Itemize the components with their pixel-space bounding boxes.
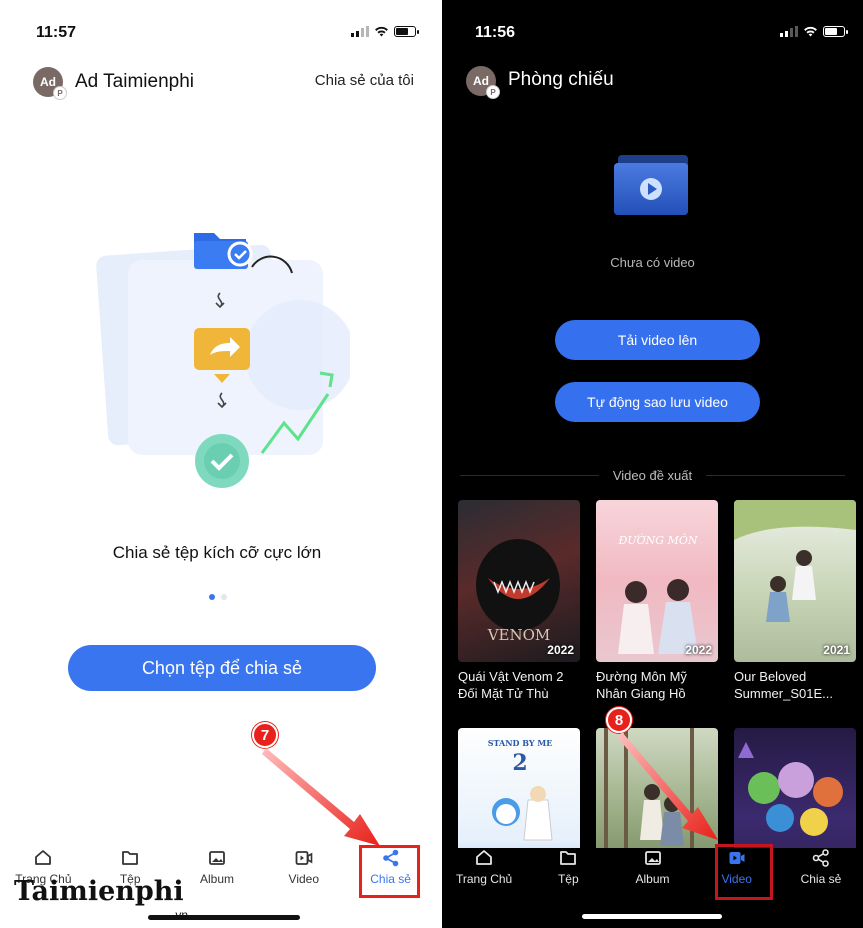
status-icons — [780, 26, 848, 37]
status-time: 11:57 — [36, 24, 77, 41]
share-icon — [812, 849, 829, 867]
tab-album[interactable]: Album — [174, 848, 261, 898]
svg-text:2: 2 — [512, 750, 527, 776]
tab-label: Video — [288, 872, 320, 886]
divider — [460, 475, 599, 476]
suggested-heading: Video đề xuất — [460, 468, 845, 483]
bottom-tab-bar: Trang Chủ Tệp Album Video Chia sẻ — [442, 848, 863, 898]
avatar[interactable]: Ad P — [466, 66, 500, 99]
svg-text:VENOM: VENOM — [487, 626, 551, 644]
video-card[interactable]: ĐƯỜNG MÔN 2022 Đường Môn Mỹ Nhân Giang H… — [596, 500, 718, 702]
image-icon — [209, 851, 225, 865]
divider — [706, 475, 845, 476]
section-title: Video đề xuất — [612, 468, 693, 483]
share-screen: 11:57 Ad P Ad Taimienphi Chia sẻ của tôi … — [0, 0, 434, 928]
step-arrow-8 — [618, 732, 718, 840]
video-title: Quái Vật Venom 2 Đối Mặt Tử Thù — [458, 669, 564, 701]
svg-text:STAND BY ME: STAND BY ME — [488, 738, 553, 748]
tab-home[interactable]: Trang Chủ — [442, 848, 526, 898]
battery-icon — [823, 26, 848, 37]
upload-video-button[interactable]: Tải video lên — [555, 320, 760, 360]
tab-label: Chia sẻ — [800, 872, 842, 886]
tab-video[interactable]: Video — [260, 848, 347, 898]
wifi-icon — [375, 26, 388, 37]
share-tab-highlight — [359, 845, 420, 898]
page-title: Phòng chiếu — [508, 69, 614, 90]
tab-label: Album — [635, 872, 670, 886]
wifi-icon — [804, 26, 817, 37]
choose-files-button[interactable]: Chọn tệp để chia sẻ — [68, 645, 376, 691]
video-card[interactable]: 2021 Our Beloved Summer_S01E... — [734, 500, 856, 702]
profile-badge-icon: P — [486, 85, 500, 99]
folder-icon — [560, 851, 577, 865]
battery-icon — [394, 26, 419, 37]
empty-state-text: Chưa có video — [610, 255, 695, 270]
step-arrow-7 — [262, 748, 380, 846]
home-icon — [35, 850, 52, 865]
folder-icon — [122, 851, 139, 865]
status-icons — [351, 26, 419, 37]
theater-screen: 11:56 Ad P Phòng chiếu Chưa có video Tải … — [442, 0, 863, 928]
feature-slogan: Chia sẻ tệp kích cỡ cực lớn — [112, 543, 322, 562]
our-beloved-summer-poster: 2021 — [734, 500, 856, 662]
venom-poster: VENOM 2022 — [458, 500, 580, 662]
signal-icon — [351, 26, 369, 37]
tab-label: Trang Chủ — [455, 872, 513, 886]
video-title: Đường Môn Mỹ Nhân Giang Hồ — [596, 669, 687, 701]
video-year: 2021 — [823, 643, 850, 657]
auto-backup-button[interactable]: Tự động sao lưu video — [555, 382, 760, 422]
screen-divider — [434, 0, 442, 928]
tab-album[interactable]: Album — [610, 848, 694, 898]
status-time: 11:56 — [475, 24, 516, 41]
svg-text:ĐƯỜNG MÔN: ĐƯỜNG MÔN — [618, 533, 698, 547]
account-name: Ad Taimienphi — [75, 71, 195, 92]
home-icon — [476, 850, 492, 865]
video-title: Our Beloved Summer_S01E... — [734, 669, 833, 701]
my-shares-link[interactable]: Chia sẻ của tôi — [315, 72, 414, 89]
carousel-dots[interactable] — [209, 594, 227, 600]
avatar[interactable]: Ad P — [33, 67, 67, 100]
brand-logo: Taimienphi — [14, 876, 184, 907]
profile-badge-icon: P — [53, 86, 67, 100]
video-card[interactable]: VENOM 2022 Quái Vật Venom 2 Đối Mặt Tử T… — [458, 500, 580, 702]
empty-video-icon — [614, 155, 688, 215]
video-year: 2022 — [547, 643, 574, 657]
video-year: 2022 — [685, 643, 712, 657]
video-icon — [295, 851, 313, 865]
carousel-dot-1[interactable] — [209, 594, 215, 600]
tab-files[interactable]: Tệp — [526, 848, 610, 898]
tab-label: Tệp — [557, 872, 579, 886]
home-indicator[interactable] — [148, 915, 300, 920]
home-indicator[interactable] — [582, 914, 722, 919]
share-illustration — [96, 233, 350, 488]
tab-share[interactable]: Chia sẻ — [779, 848, 863, 898]
video-tab-highlight — [715, 844, 773, 900]
signal-icon — [780, 26, 798, 37]
duong-mon-poster: ĐƯỜNG MÔN 2022 — [596, 500, 718, 662]
carousel-dot-2[interactable] — [221, 594, 227, 600]
image-icon — [644, 851, 661, 865]
tab-label: Album — [199, 872, 234, 886]
